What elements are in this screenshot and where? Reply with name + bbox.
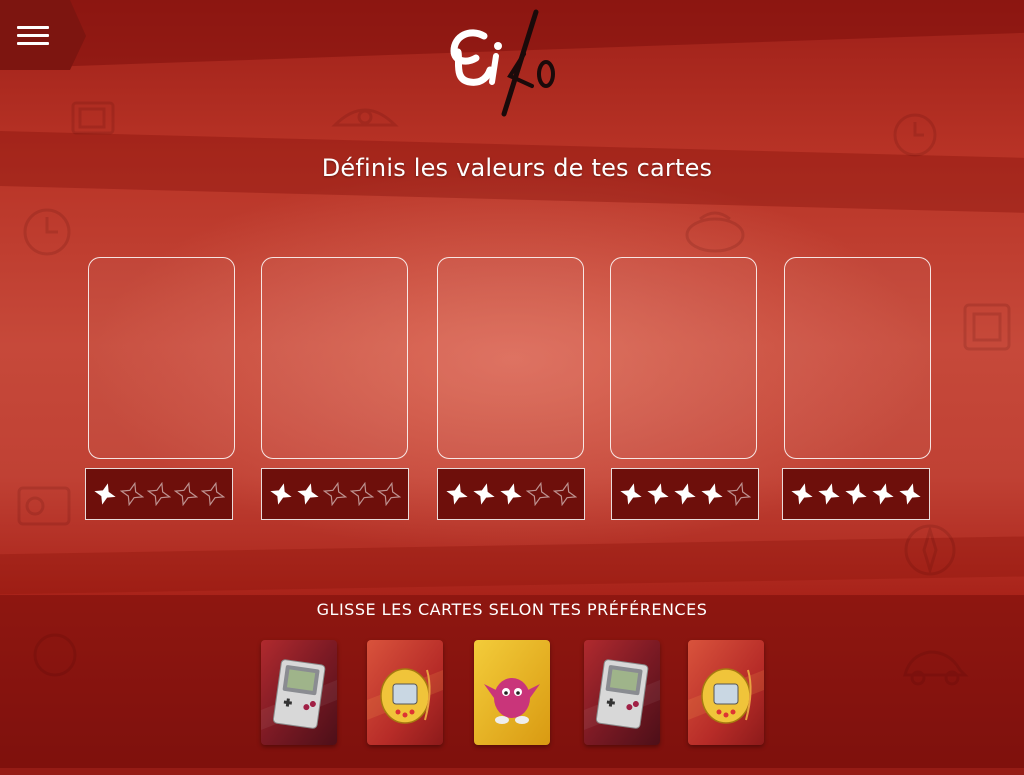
star-empty-icon: [727, 482, 751, 506]
hamburger-icon: [17, 26, 49, 29]
star-filled-icon: [620, 483, 642, 505]
star-filled-icon: [270, 483, 292, 505]
hamburger-icon-bar: [17, 42, 49, 45]
compass-pattern-icon: [904, 524, 956, 576]
car-pattern-icon: [903, 650, 969, 686]
star-empty-icon: [201, 482, 225, 506]
star-filled-icon: [791, 483, 813, 505]
star-empty-icon: [350, 482, 374, 506]
phone-pattern-icon: [331, 108, 399, 127]
star-filled-icon: [446, 483, 468, 505]
star-rating-5: [782, 468, 930, 520]
star-empty-icon: [553, 482, 577, 506]
tamagotchi-card-icon: [367, 640, 443, 745]
watch-pattern-icon: [33, 633, 77, 677]
star-filled-icon: [473, 483, 495, 505]
card-slot-4[interactable]: [610, 257, 757, 459]
star-filled-icon: [899, 483, 921, 505]
star-empty-icon: [147, 482, 171, 506]
star-filled-icon: [845, 483, 867, 505]
tv-pattern-icon: [71, 101, 115, 135]
star-empty-icon: [323, 482, 347, 506]
page-title: Définis les valeurs de tes cartes: [321, 154, 713, 183]
star-empty-icon: [174, 482, 198, 506]
star-filled-icon: [818, 483, 840, 505]
star-filled-icon: [674, 483, 696, 505]
radio-pattern-icon: [17, 486, 71, 526]
menu-button[interactable]: [0, 0, 86, 70]
card-slot-5[interactable]: [784, 257, 931, 459]
frame-pattern-icon: [963, 303, 1011, 351]
hamburger-icon-bar: [17, 34, 49, 37]
star-filled-icon: [94, 483, 116, 505]
star-rating-3: [437, 468, 585, 520]
card-slot-3[interactable]: [437, 257, 584, 459]
star-rating-4: [611, 468, 759, 520]
star-filled-icon: [297, 483, 319, 505]
star-empty-icon: [526, 482, 550, 506]
watch-pattern-icon: [893, 113, 937, 157]
gameboy-card-icon: [584, 640, 660, 745]
star-rating-2: [261, 468, 409, 520]
star-filled-icon: [701, 483, 723, 505]
eiko-logo: [450, 9, 555, 117]
star-rating-1: [85, 468, 233, 520]
star-empty-icon: [377, 482, 401, 506]
card-slot-1[interactable]: [88, 257, 235, 459]
tamagotchi-card-icon: [688, 640, 764, 745]
card-slot-2[interactable]: [261, 257, 408, 459]
pink-monster-card[interactable]: [474, 640, 550, 745]
gameboy-card-icon: [261, 640, 337, 745]
star-filled-icon: [647, 483, 669, 505]
tamagotchi-card[interactable]: [367, 640, 443, 745]
pink-monster-card-icon: [474, 640, 550, 745]
instruction-text: GLISSE LES CARTES SELON TES PRÉFÉRENCES: [316, 600, 708, 619]
star-filled-icon: [500, 483, 522, 505]
teapot-pattern-icon: [685, 211, 745, 253]
tamagotchi-card[interactable]: [688, 640, 764, 745]
gameboy-card[interactable]: [584, 640, 660, 745]
star-empty-icon: [120, 482, 144, 506]
clock-pattern-icon: [23, 208, 71, 256]
star-filled-icon: [872, 483, 894, 505]
gameboy-card[interactable]: [261, 640, 337, 745]
